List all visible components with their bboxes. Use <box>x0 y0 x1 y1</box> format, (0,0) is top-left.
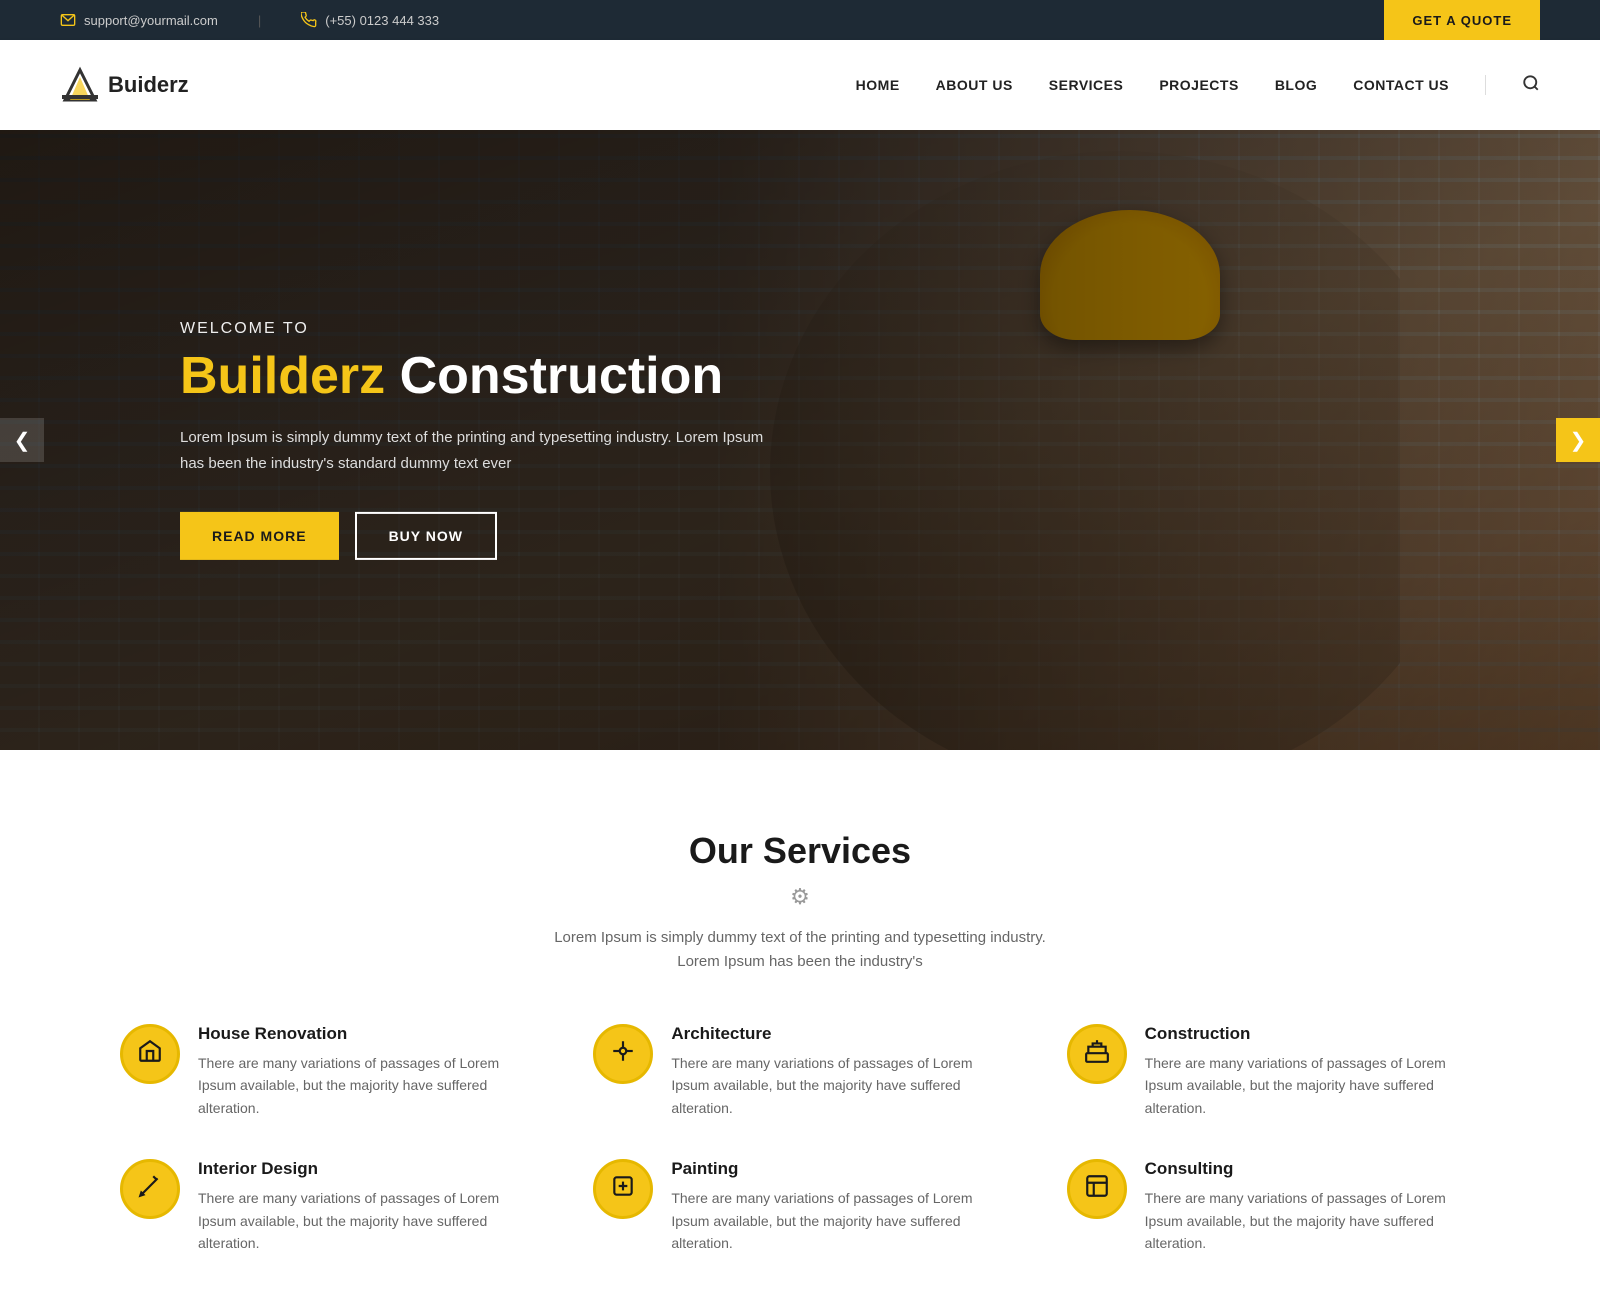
service-content-wrench: Architecture There are many variations o… <box>671 1024 1006 1119</box>
service-desc-house: There are many variations of passages of… <box>198 1052 533 1119</box>
phone-icon <box>301 12 317 28</box>
nav-item-blog[interactable]: BLOG <box>1275 77 1317 93</box>
nav-item-projects[interactable]: PROJECTS <box>1159 77 1238 93</box>
phone-text: (+55) 0123 444 333 <box>325 13 439 28</box>
service-name-design: Interior Design <box>198 1159 533 1179</box>
logo-icon <box>60 65 100 105</box>
service-content-design: Interior Design There are many variation… <box>198 1159 533 1254</box>
nav-item-home[interactable]: HOME <box>856 77 900 93</box>
nav-item-services[interactable]: SERVICES <box>1049 77 1124 93</box>
service-item-design: Interior Design There are many variation… <box>120 1159 533 1254</box>
service-icon-consulting <box>1084 1173 1110 1206</box>
main-nav: HOME ABOUT US SERVICES PROJECTS BLOG CON… <box>856 74 1540 97</box>
nav-divider <box>1485 75 1486 95</box>
service-name-construction: Construction <box>1145 1024 1480 1044</box>
hero-buttons: READ MORE BUY NOW <box>180 512 780 560</box>
hero-content: WELCOME TO Builderz Construction Lorem I… <box>180 320 780 560</box>
hero-section: ❮ WELCOME TO Builderz Construction Lorem… <box>0 130 1600 750</box>
service-desc-wrench: There are many variations of passages of… <box>671 1052 1006 1119</box>
service-name-wrench: Architecture <box>671 1024 1006 1044</box>
service-name-house: House Renovation <box>198 1024 533 1044</box>
hero-title: Builderz Construction <box>180 348 780 405</box>
service-desc-consulting: There are many variations of passages of… <box>1145 1187 1480 1254</box>
service-content-paint: Painting There are many variations of pa… <box>671 1159 1006 1254</box>
hero-prev-button[interactable]: ❮ <box>0 418 44 462</box>
service-icon-construction <box>1084 1038 1110 1071</box>
service-icon-wrap-wrench <box>593 1024 653 1084</box>
service-icon-design <box>137 1173 163 1206</box>
phone-info: (+55) 0123 444 333 <box>301 12 439 28</box>
services-divider: ⚙ <box>120 884 1480 910</box>
divider: | <box>258 13 261 28</box>
service-desc-paint: There are many variations of passages of… <box>671 1187 1006 1254</box>
hero-title-highlight: Builderz <box>180 347 385 405</box>
service-icon-wrap-paint <box>593 1159 653 1219</box>
top-bar-contact-info: support@yourmail.com | (+55) 0123 444 33… <box>60 12 439 28</box>
service-item-house: House Renovation There are many variatio… <box>120 1024 533 1119</box>
service-icon-wrench <box>610 1038 636 1071</box>
service-item-wrench: Architecture There are many variations o… <box>593 1024 1006 1119</box>
service-icon-wrap-house <box>120 1024 180 1084</box>
service-desc-construction: There are many variations of passages of… <box>1145 1052 1480 1119</box>
hero-next-button[interactable]: ❯ <box>1556 418 1600 462</box>
service-name-consulting: Consulting <box>1145 1159 1480 1179</box>
read-more-button[interactable]: READ MORE <box>180 512 339 560</box>
email-text: support@yourmail.com <box>84 13 218 28</box>
service-content-construction: Construction There are many variations o… <box>1145 1024 1480 1119</box>
services-section: Our Services ⚙ Lorem Ipsum is simply dum… <box>0 750 1600 1314</box>
divider-icon: ⚙ <box>790 884 810 910</box>
search-icon[interactable] <box>1522 74 1540 97</box>
service-item-consulting: Consulting There are many variations of … <box>1067 1159 1480 1254</box>
header: Buiderz HOME ABOUT US SERVICES PROJECTS … <box>0 40 1600 130</box>
service-icon-house <box>137 1038 163 1071</box>
service-icon-wrap-consulting <box>1067 1159 1127 1219</box>
nav-item-contact[interactable]: CONTACT US <box>1353 77 1449 93</box>
hero-description: Lorem Ipsum is simply dummy text of the … <box>180 425 780 476</box>
hero-title-rest: Construction <box>385 347 723 405</box>
service-icon-wrap-construction <box>1067 1024 1127 1084</box>
services-grid: House Renovation There are many variatio… <box>120 1024 1480 1254</box>
service-icon-paint <box>610 1173 636 1206</box>
services-title: Our Services <box>120 830 1480 872</box>
service-desc-design: There are many variations of passages of… <box>198 1187 533 1254</box>
buy-now-button[interactable]: BUY NOW <box>355 512 497 560</box>
service-content-house: House Renovation There are many variatio… <box>198 1024 533 1119</box>
nav-item-about[interactable]: ABOUT US <box>936 77 1013 93</box>
hero-welcome-text: WELCOME TO <box>180 320 780 338</box>
services-subtitle-line1: Lorem Ipsum is simply dummy text of the … <box>120 926 1480 950</box>
email-info: support@yourmail.com <box>60 12 218 28</box>
get-quote-button[interactable]: GET A QUOTE <box>1384 0 1540 40</box>
services-subtitle-line2: Lorem Ipsum has been the industry's <box>120 950 1480 974</box>
service-item-paint: Painting There are many variations of pa… <box>593 1159 1006 1254</box>
service-name-paint: Painting <box>671 1159 1006 1179</box>
service-icon-wrap-design <box>120 1159 180 1219</box>
top-bar: support@yourmail.com | (+55) 0123 444 33… <box>0 0 1600 40</box>
logo[interactable]: Buiderz <box>60 65 189 105</box>
logo-text: Buiderz <box>108 72 189 98</box>
services-header: Our Services ⚙ Lorem Ipsum is simply dum… <box>120 830 1480 974</box>
envelope-icon <box>60 12 76 28</box>
service-item-construction: Construction There are many variations o… <box>1067 1024 1480 1119</box>
service-content-consulting: Consulting There are many variations of … <box>1145 1159 1480 1254</box>
